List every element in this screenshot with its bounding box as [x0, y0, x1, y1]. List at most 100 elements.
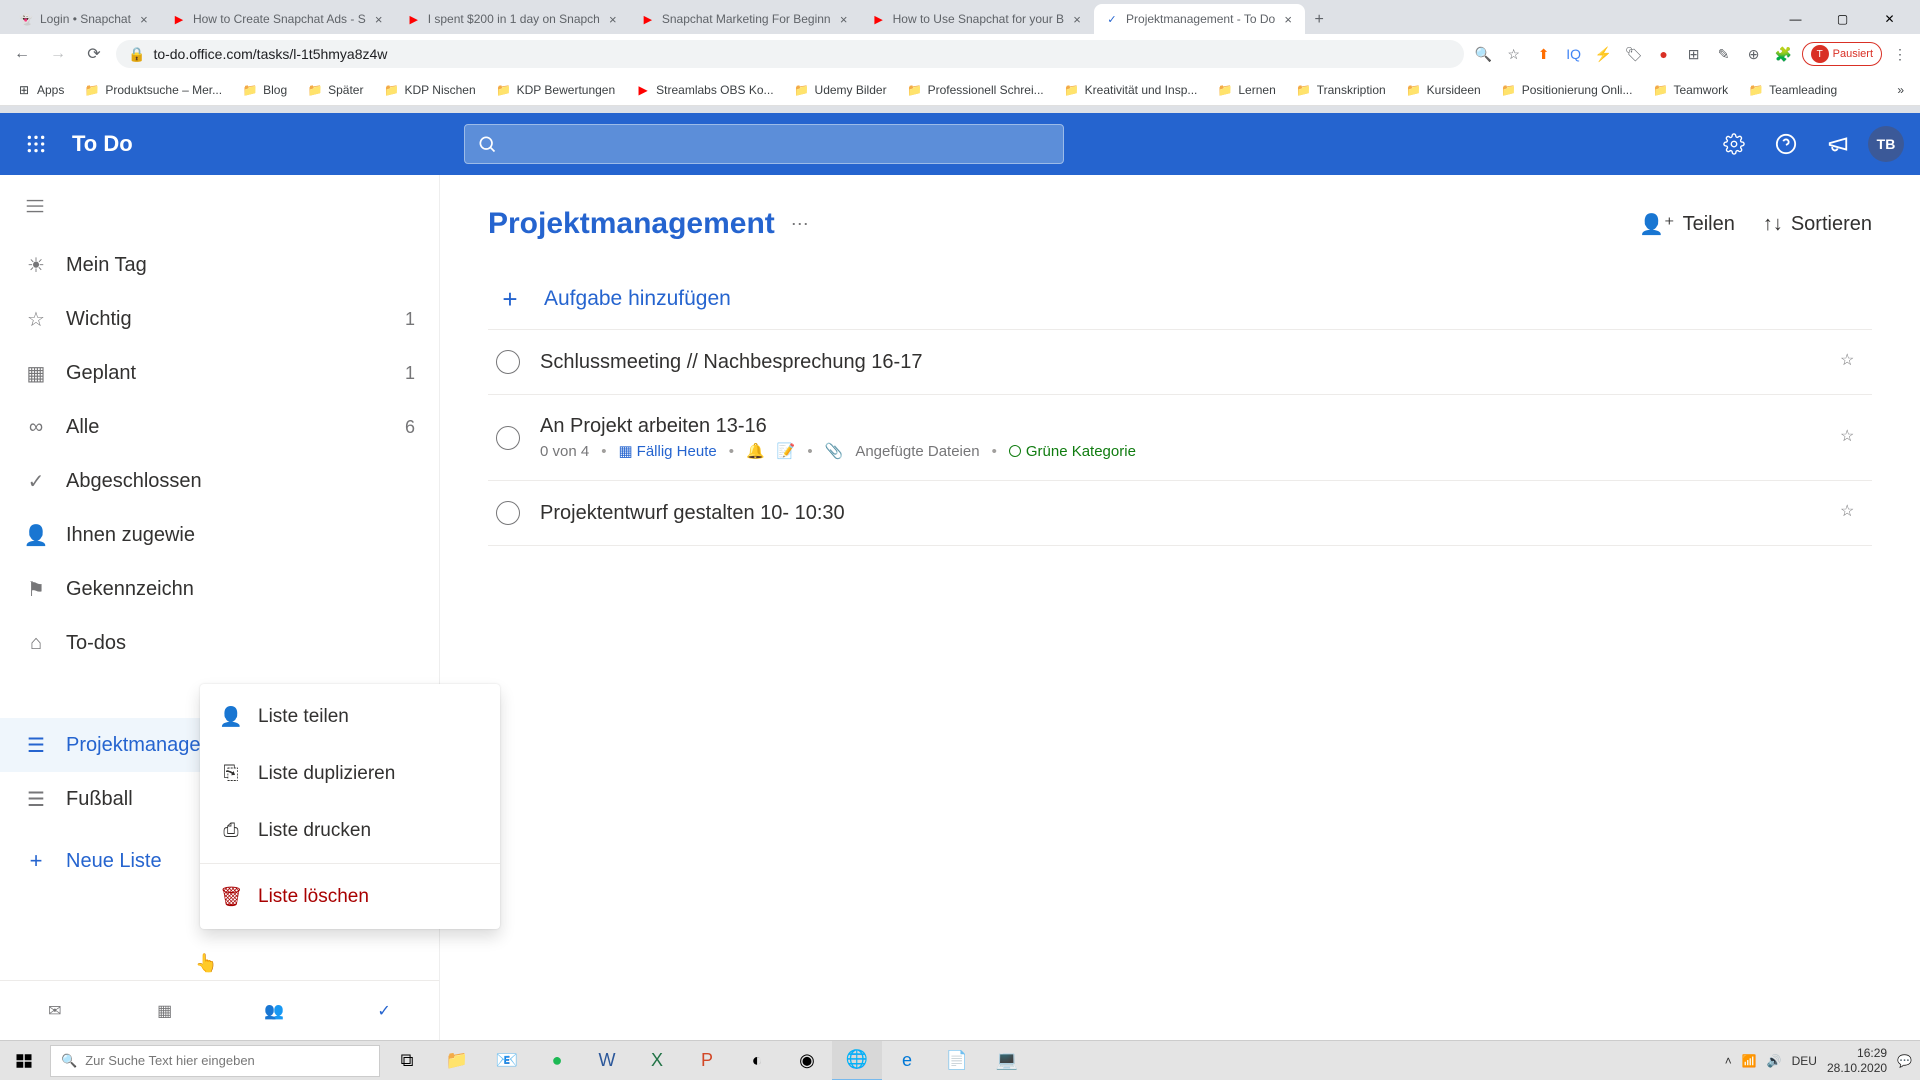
announce-button[interactable] [1816, 122, 1860, 166]
list-options-button[interactable]: ⋯ [791, 214, 809, 235]
task-row[interactable]: An Projekt arbeiten 13-16 0 von 4 • ▦Fäl… [488, 395, 1872, 481]
sort-button[interactable]: ↑↓Sortieren [1763, 212, 1872, 237]
back-button[interactable]: ← [8, 40, 36, 68]
close-icon[interactable]: × [1070, 12, 1084, 26]
taskbar-clock[interactable]: 16:29 28.10.2020 [1827, 1046, 1887, 1075]
taskbar-search[interactable]: 🔍Zur Suche Text hier eingeben [50, 1045, 380, 1077]
toggle-sidebar-button[interactable] [0, 175, 439, 230]
ext-icon-8[interactable]: ⊕ [1742, 42, 1766, 66]
bookmark-item[interactable]: 📁Kursideen [1398, 78, 1489, 102]
bookmark-item[interactable]: 📁Positionierung Onli... [1493, 78, 1641, 102]
sidebar-item-assigned[interactable]: 👤Ihnen zugewie [0, 508, 439, 562]
task-checkbox[interactable] [496, 350, 520, 374]
reload-button[interactable]: ⟳ [80, 40, 108, 68]
minimize-button[interactable]: — [1773, 4, 1818, 34]
tab-3[interactable]: ▶Snapchat Marketing For Beginn× [630, 4, 861, 34]
sidebar-item-flagged[interactable]: ⚑Gekennzeichn [0, 562, 439, 616]
sidebar-item-planned[interactable]: ▦Geplant1 [0, 346, 439, 400]
close-icon[interactable]: × [137, 12, 151, 26]
menu-icon[interactable]: ⋮ [1888, 42, 1912, 66]
ext-icon-5[interactable]: ● [1652, 42, 1676, 66]
close-icon[interactable]: × [837, 12, 851, 26]
add-task-input[interactable]: + Aufgabe hinzufügen [488, 269, 1872, 330]
tab-0[interactable]: 👻Login • Snapchat× [8, 4, 161, 34]
ext-icon-4[interactable]: 🏷 [1622, 42, 1646, 66]
ext-icon-2[interactable]: IQ [1562, 42, 1586, 66]
bookmark-item[interactable]: ⊞Apps [8, 78, 72, 102]
menu-delete-list[interactable]: 🗑Liste löschen [200, 868, 500, 925]
bookmark-item[interactable]: 📁Später [299, 78, 371, 102]
sidebar-item-my-day[interactable]: ☀Mein Tag [0, 238, 439, 292]
bookmark-item[interactable]: 📁KDP Bewertungen [488, 78, 624, 102]
sidebar-item-completed[interactable]: ✓Abgeschlossen [0, 454, 439, 508]
sidebar-item-important[interactable]: ☆Wichtig1 [0, 292, 439, 346]
notepad-button[interactable]: 📄 [932, 1041, 982, 1080]
bookmark-item[interactable]: 📁Udemy Bilder [786, 78, 895, 102]
task-checkbox[interactable] [496, 426, 520, 450]
bookmark-item[interactable]: 📁Transkription [1288, 78, 1394, 102]
ext-icon-3[interactable]: ⚡ [1592, 42, 1616, 66]
search-input[interactable] [464, 124, 1064, 164]
extensions-icon[interactable]: 🧩 [1772, 42, 1796, 66]
app-button[interactable]: ◐ [732, 1041, 782, 1080]
bookmark-item[interactable]: 📁Produktsuche – Mer... [76, 78, 230, 102]
task-star-button[interactable]: ☆ [1840, 501, 1864, 525]
tab-5[interactable]: ✓Projektmanagement - To Do× [1094, 4, 1305, 34]
bookmark-item[interactable]: 📁Kreativität und Insp... [1056, 78, 1206, 102]
word-button[interactable]: W [582, 1041, 632, 1080]
bookmark-item[interactable]: 📁Teamleading [1740, 78, 1845, 102]
zoom-icon[interactable]: 🔍 [1472, 42, 1496, 66]
close-icon[interactable]: × [606, 12, 620, 26]
menu-share-list[interactable]: 👤Liste teilen [200, 688, 500, 745]
chrome-button[interactable]: 🌐 [832, 1041, 882, 1080]
powerpoint-button[interactable]: P [682, 1041, 732, 1080]
people-app-button[interactable]: 👥 [254, 991, 294, 1031]
spotify-button[interactable]: ● [532, 1041, 582, 1080]
sidebar-item-all[interactable]: ∞Alle6 [0, 400, 439, 454]
close-icon[interactable]: × [1281, 12, 1295, 26]
help-button[interactable] [1764, 122, 1808, 166]
bookmark-item[interactable]: 📁KDP Nischen [375, 78, 483, 102]
wifi-icon[interactable]: 📶 [1742, 1054, 1757, 1068]
task-row[interactable]: Projektentwurf gestalten 10- 10:30 ☆ [488, 481, 1872, 546]
mail-button[interactable]: 📧 [482, 1041, 532, 1080]
calendar-app-button[interactable]: ▦ [145, 991, 185, 1031]
tab-4[interactable]: ▶How to Use Snapchat for your B× [861, 4, 1094, 34]
excel-button[interactable]: X [632, 1041, 682, 1080]
bookmark-item[interactable]: 📁Lernen [1209, 78, 1283, 102]
todo-app-button[interactable]: ✓ [364, 991, 404, 1031]
star-icon[interactable]: ☆ [1502, 42, 1526, 66]
bookmark-item[interactable]: ▶Streamlabs OBS Ko... [627, 78, 781, 102]
ext-icon-6[interactable]: ⊞ [1682, 42, 1706, 66]
task-star-button[interactable]: ☆ [1840, 350, 1864, 374]
menu-print-list[interactable]: ⎙Liste drucken [200, 802, 500, 859]
explorer-button[interactable]: 📁 [432, 1041, 482, 1080]
user-avatar[interactable]: TB [1868, 126, 1904, 162]
settings-button[interactable] [1712, 122, 1756, 166]
ext-icon-7[interactable]: ✎ [1712, 42, 1736, 66]
new-tab-button[interactable]: + [1305, 6, 1333, 34]
volume-icon[interactable]: 🔊 [1767, 1054, 1782, 1068]
obs-button[interactable]: ◉ [782, 1041, 832, 1080]
share-button[interactable]: 👤⁺Teilen [1639, 212, 1735, 237]
bookmark-item[interactable]: 📁Professionell Schrei... [899, 78, 1052, 102]
sidebar-item-tasks[interactable]: ⌂To-dos [0, 616, 439, 670]
forward-button[interactable]: → [44, 40, 72, 68]
url-input[interactable]: 🔒 to-do.office.com/tasks/l-1t5hmya8z4w [116, 40, 1464, 68]
close-window-button[interactable]: ✕ [1867, 4, 1912, 34]
bookmark-overflow[interactable]: » [1889, 79, 1912, 101]
task-row[interactable]: Schlussmeeting // Nachbesprechung 16-17 … [488, 330, 1872, 395]
edge-button[interactable]: e [882, 1041, 932, 1080]
tray-chevron-icon[interactable]: ˄ [1725, 1054, 1732, 1068]
app2-button[interactable]: 💻 [982, 1041, 1032, 1080]
close-icon[interactable]: × [372, 12, 386, 26]
tab-1[interactable]: ▶How to Create Snapchat Ads - S× [161, 4, 396, 34]
profile-badge[interactable]: T Pausiert [1802, 42, 1882, 66]
start-button[interactable] [0, 1041, 48, 1080]
bookmark-item[interactable]: 📁Blog [234, 78, 295, 102]
task-view-button[interactable]: ⧉ [382, 1041, 432, 1080]
mail-app-button[interactable]: ✉ [35, 991, 75, 1031]
bookmark-item[interactable]: 📁Teamwork [1644, 78, 1736, 102]
app-launcher-button[interactable] [16, 124, 56, 164]
language-indicator[interactable]: DEU [1792, 1054, 1817, 1068]
